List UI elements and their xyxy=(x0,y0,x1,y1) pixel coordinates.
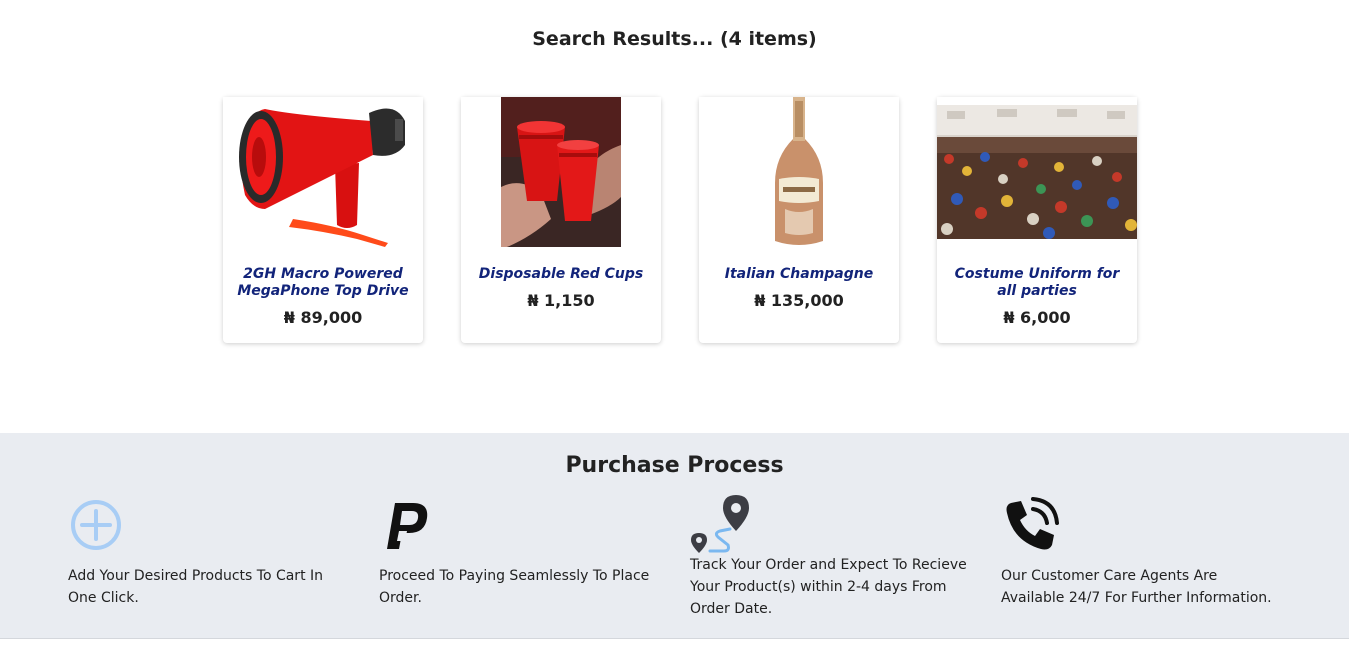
product-card[interactable]: Costume Uniform for all parties ₦ 6,000 xyxy=(937,97,1137,343)
product-name[interactable]: Italian Champagne xyxy=(707,266,891,283)
product-name[interactable]: Costume Uniform for all parties xyxy=(945,266,1129,300)
search-results-title: Search Results... (4 items) xyxy=(532,28,817,50)
product-image-champagne[interactable] xyxy=(699,97,899,247)
phone-call-icon xyxy=(1006,497,1059,550)
product-name[interactable]: Disposable Red Cups xyxy=(469,266,653,283)
product-card[interactable]: 2GH Macro Powered MegaPhone Top Drive ₦ … xyxy=(223,97,423,343)
product-image-party-crowd[interactable] xyxy=(937,97,1137,247)
process-step-text: Proceed To Paying Seamlessly To Place Or… xyxy=(379,568,650,606)
product-image-red-cups[interactable] xyxy=(461,97,661,247)
product-name[interactable]: 2GH Macro Powered MegaPhone Top Drive xyxy=(231,266,415,300)
product-price: ₦ 1,150 xyxy=(527,291,595,310)
product-card[interactable]: Disposable Red Cups ₦ 1,150 xyxy=(461,97,661,343)
product-image-megaphone[interactable] xyxy=(223,97,423,247)
product-card[interactable]: Italian Champagne ₦ 135,000 xyxy=(699,97,899,343)
product-price: ₦ 135,000 xyxy=(754,291,844,310)
plus-circle-icon xyxy=(71,500,121,550)
purchase-process-section: Purchase Process Add Your Desired Produc… xyxy=(0,433,1349,639)
process-step-text: Add Your Desired Products To Cart In One… xyxy=(68,568,324,606)
paypal-icon xyxy=(387,503,428,549)
process-step-text: Our Customer Care Agents Are Available 2… xyxy=(1001,568,1272,606)
route-pins-icon xyxy=(691,495,749,553)
product-price: ₦ 89,000 xyxy=(283,308,363,327)
product-price: ₦ 6,000 xyxy=(1003,308,1071,327)
purchase-process-title: Purchase Process xyxy=(565,453,784,478)
process-step-text: Track Your Order and Expect To Recieve Y… xyxy=(690,557,967,617)
